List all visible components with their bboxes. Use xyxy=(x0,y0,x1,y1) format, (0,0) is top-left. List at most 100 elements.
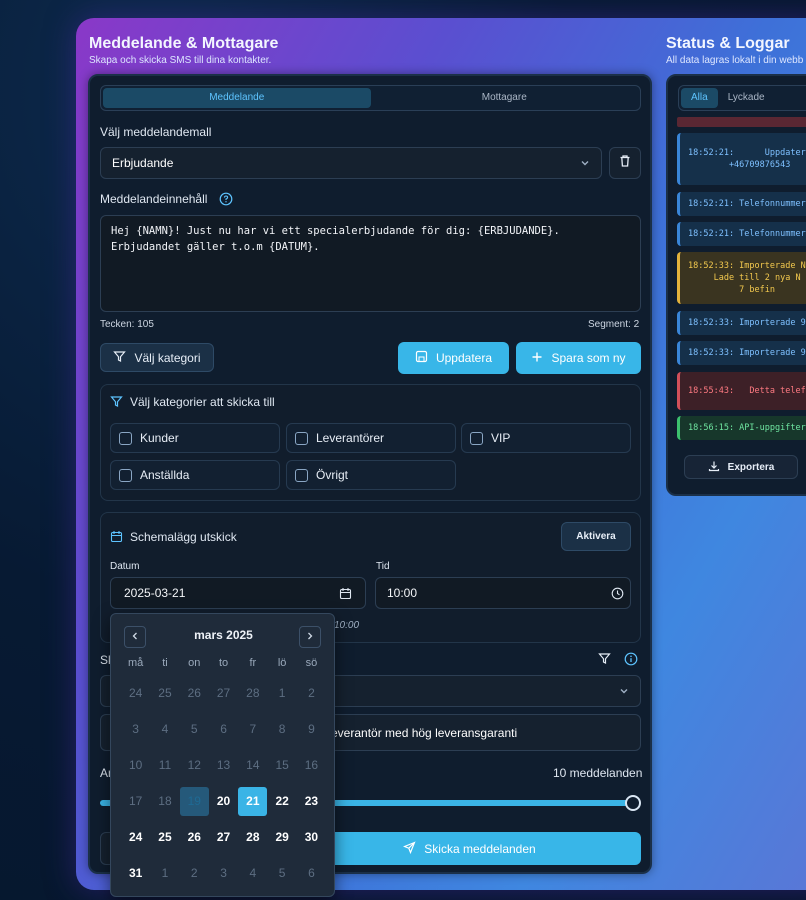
calendar-day[interactable]: 13 xyxy=(209,751,238,780)
calendar-day[interactable]: 31 xyxy=(121,859,150,888)
clock-icon[interactable] xyxy=(611,587,624,603)
calendar-day[interactable]: 9 xyxy=(297,715,326,744)
category-ovrigt[interactable]: Övrigt xyxy=(286,460,456,490)
calendar-day[interactable]: 2 xyxy=(180,859,209,888)
calendar-day[interactable]: 30 xyxy=(297,823,326,852)
message-tabs: Meddelande Mottagare xyxy=(100,85,641,111)
calendar-day[interactable]: 19 xyxy=(179,786,209,816)
weekday-label: on xyxy=(188,657,201,669)
select-category-label: Välj kategori xyxy=(134,350,201,365)
calendar-day[interactable]: 27 xyxy=(209,679,238,708)
send-messages-button[interactable]: Skicka meddelanden xyxy=(298,832,641,865)
calendar-day[interactable]: 4 xyxy=(238,859,267,888)
right-panel-subtitle: All data lagras lokalt i din webb xyxy=(666,55,804,66)
next-month-button[interactable] xyxy=(299,626,321,648)
calendar-day[interactable]: 7 xyxy=(238,715,267,744)
calendar-day[interactable]: 1 xyxy=(150,859,179,888)
checkbox[interactable] xyxy=(295,431,308,445)
checkbox[interactable] xyxy=(470,431,483,445)
calendar-day[interactable]: 25 xyxy=(150,823,179,852)
amount-slider-handle[interactable] xyxy=(625,795,641,811)
log-entry-top xyxy=(677,117,806,127)
calendar-day[interactable]: 24 xyxy=(121,679,150,708)
message-content-textarea[interactable]: Hej {NAMN}! Just nu har vi ett specialer… xyxy=(100,215,641,312)
calendar-day[interactable]: 3 xyxy=(121,715,150,744)
weekday-label: fr xyxy=(249,657,257,669)
activate-schedule-button[interactable]: Aktivera xyxy=(561,522,631,551)
calendar-day[interactable]: 27 xyxy=(209,823,238,852)
save-as-new-label: Spara som ny xyxy=(551,351,626,365)
filter-icon[interactable] xyxy=(598,652,611,670)
calendar-day[interactable]: 3 xyxy=(209,859,238,888)
calendar-day[interactable]: 6 xyxy=(297,859,326,888)
calendar-day[interactable]: 17 xyxy=(121,787,150,816)
checkbox[interactable] xyxy=(119,431,132,445)
log-entry: 18:56:15: API-uppgifter xyxy=(677,416,806,440)
calendar-day[interactable]: 2 xyxy=(297,679,326,708)
save-as-new-button[interactable]: Spara som ny xyxy=(516,342,641,374)
calendar-day[interactable]: 28 xyxy=(238,823,267,852)
log-entry: 18:52:33: Importerade NI Lade till 2 nya… xyxy=(677,252,806,304)
category-label: Anställda xyxy=(140,468,190,482)
calendar-day[interactable]: 5 xyxy=(267,859,296,888)
tab-meddelande[interactable]: Meddelande xyxy=(103,88,371,108)
segment-count: Segment: 2 xyxy=(588,319,640,330)
calendar-day[interactable]: 1 xyxy=(267,679,296,708)
tab-mottagare[interactable]: Mottagare xyxy=(371,88,639,108)
log-entry: 18:55:43: Detta telefo xyxy=(677,372,806,410)
chevron-right-icon xyxy=(305,628,315,646)
update-button[interactable]: Uppdatera xyxy=(398,342,509,374)
calendar-day[interactable]: 14 xyxy=(238,751,267,780)
calendar-day[interactable]: 12 xyxy=(180,751,209,780)
info-icon[interactable] xyxy=(624,652,638,671)
calendar-week-row: 31 1 2 3 4 5 6 xyxy=(121,855,326,891)
left-panel-title: Meddelande & Mottagare xyxy=(89,35,279,52)
download-icon xyxy=(708,460,720,475)
calendar-day[interactable]: 22 xyxy=(267,787,296,816)
calendar-day[interactable]: 26 xyxy=(180,823,209,852)
calendar-day[interactable]: 6 xyxy=(209,715,238,744)
tab-lyckade[interactable]: Lyckade xyxy=(718,88,775,108)
calendar-day[interactable]: 11 xyxy=(150,751,179,780)
export-button[interactable]: Exportera xyxy=(684,455,798,479)
calendar-day[interactable]: 26 xyxy=(180,679,209,708)
help-icon[interactable] xyxy=(219,192,233,211)
export-label: Exportera xyxy=(727,461,775,473)
category-leverantorer[interactable]: Leverantörer xyxy=(286,423,456,453)
template-select[interactable]: Erbjudande xyxy=(100,147,602,179)
filter-icon xyxy=(110,395,123,413)
content-label: Meddelandeinnehåll xyxy=(100,192,208,206)
calendar-day[interactable]: 18 xyxy=(150,787,179,816)
time-input[interactable]: 10:00 xyxy=(375,577,631,609)
tab-alla[interactable]: Alla xyxy=(681,88,718,108)
calendar-day[interactable]: 23 xyxy=(297,787,326,816)
left-panel-subtitle: Skapa och skicka SMS till dina kontakter… xyxy=(89,55,272,66)
calendar-day[interactable]: 10 xyxy=(121,751,150,780)
select-category-button[interactable]: Välj kategori xyxy=(100,343,214,372)
calendar-day[interactable]: 4 xyxy=(150,715,179,744)
checkbox[interactable] xyxy=(119,468,132,482)
schedule-title: Schemalägg utskick xyxy=(130,530,237,544)
category-label: Övrigt xyxy=(316,468,349,482)
calendar-day[interactable]: 29 xyxy=(267,823,296,852)
calendar-day[interactable]: 16 xyxy=(297,751,326,780)
calendar-day[interactable]: 8 xyxy=(267,715,296,744)
calendar-day[interactable]: 21 xyxy=(238,786,268,816)
calendar-day[interactable]: 20 xyxy=(209,787,238,816)
category-kunder[interactable]: Kunder xyxy=(110,423,280,453)
category-vip[interactable]: VIP xyxy=(461,423,631,453)
date-label: Datum xyxy=(110,561,140,572)
calendar-day[interactable]: 28 xyxy=(238,679,267,708)
save-icon xyxy=(415,350,428,366)
calendar-day[interactable]: 25 xyxy=(150,679,179,708)
category-anstallda[interactable]: Anställda xyxy=(110,460,280,490)
calendar-day[interactable]: 15 xyxy=(267,751,296,780)
delete-template-button[interactable] xyxy=(609,147,641,179)
calendar-day[interactable]: 5 xyxy=(180,715,209,744)
date-input[interactable]: 2025-03-21 xyxy=(110,577,366,609)
calendar-day[interactable]: 24 xyxy=(121,823,150,852)
log-entry: 18:52:33: Importerade 9 xyxy=(677,341,806,365)
checkbox[interactable] xyxy=(295,468,308,482)
log-entry: 18:52:21: Telefonnummer xyxy=(677,192,806,216)
calendar-icon[interactable] xyxy=(339,587,352,603)
